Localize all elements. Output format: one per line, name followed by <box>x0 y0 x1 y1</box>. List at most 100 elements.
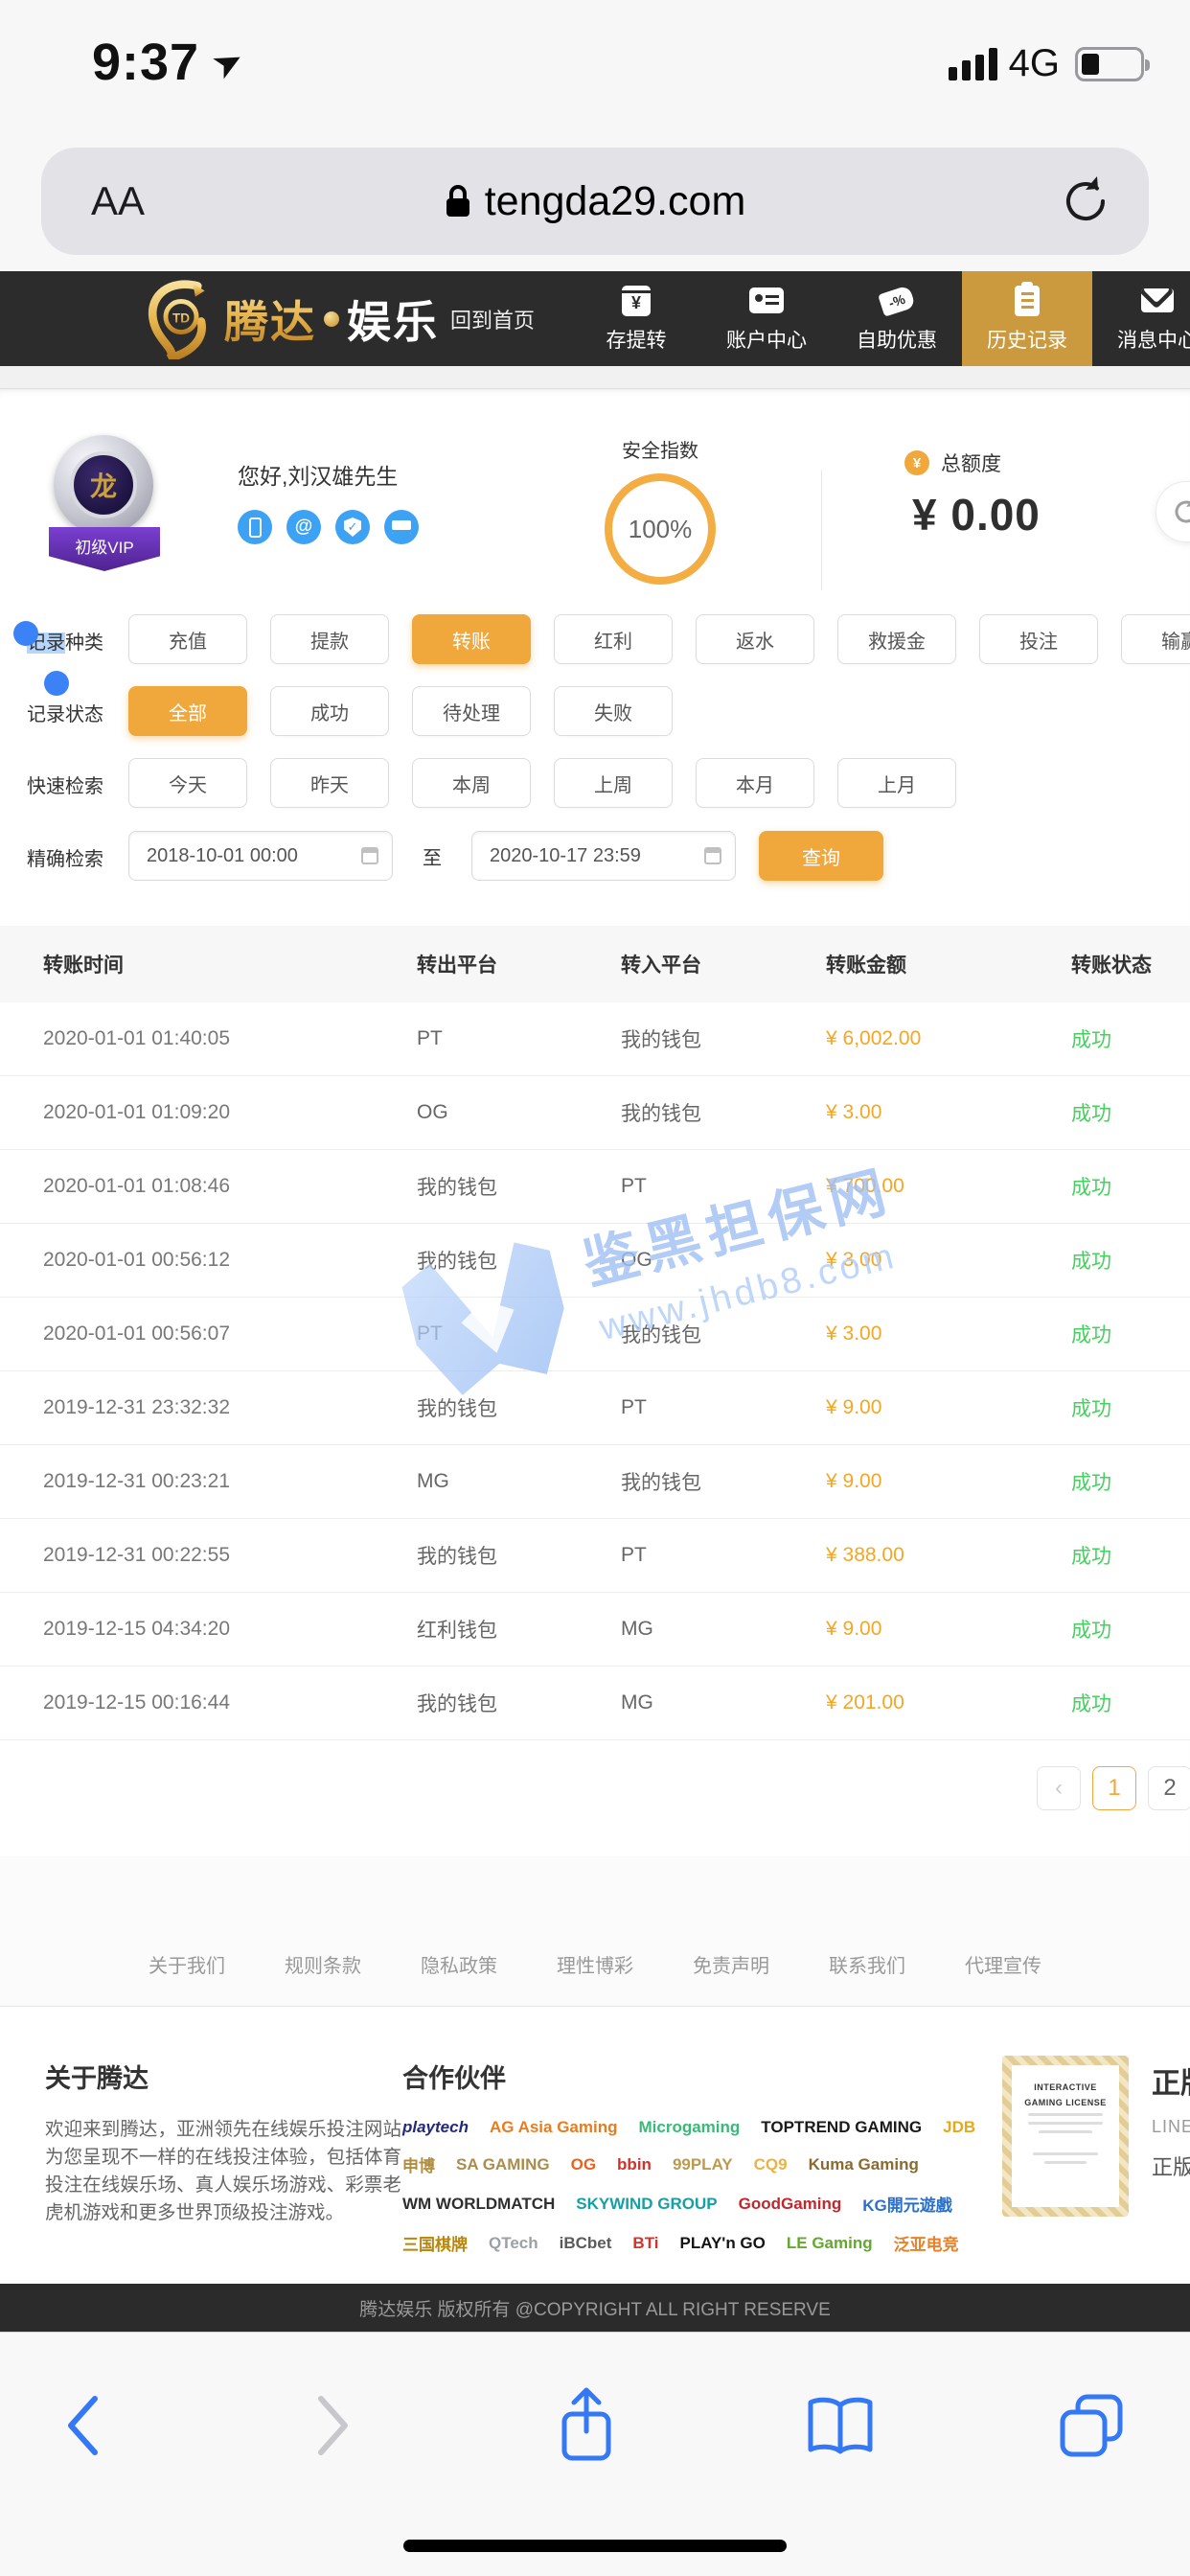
partner-logo: OG <box>571 2155 596 2174</box>
quick-this-month[interactable]: 本月 <box>696 758 814 808</box>
lock-icon <box>445 184 471 218</box>
filter-status-pending[interactable]: 待处理 <box>412 686 531 736</box>
history-clipboard-icon <box>1015 285 1040 317</box>
partner-logo: playtech <box>402 2118 469 2137</box>
total-quota-amount: ¥ 0.00 <box>912 489 1041 540</box>
location-arrow-icon: ➤ <box>204 35 252 88</box>
pagination: ‹ 1 2 <box>1037 1766 1190 1810</box>
shield-check-icon[interactable]: ✓ <box>335 510 370 544</box>
record-status-filter-row: 全部 成功 待处理 失败 <box>128 686 673 736</box>
table-row: 2020-01-01 00:56:12我的钱包OG¥ 3.00成功 <box>0 1224 1190 1298</box>
table-row: 2019-12-15 00:16:44我的钱包MG¥ 201.00成功 <box>0 1667 1190 1740</box>
selection-handle-end[interactable] <box>44 671 69 696</box>
quick-today[interactable]: 今天 <box>128 758 247 808</box>
email-verified-icon[interactable]: @ <box>286 510 321 544</box>
footer-link-contact[interactable]: 联系我们 <box>829 1950 905 1978</box>
query-button[interactable]: 查询 <box>759 831 883 881</box>
nav-item-history-records[interactable]: 历史记录 <box>962 271 1092 366</box>
table-row: 2020-01-01 01:40:05PT我的钱包¥ 6,002.00成功 <box>0 1002 1190 1076</box>
filter-type-transfer[interactable]: 转账 <box>412 614 531 664</box>
back-to-home-link[interactable]: 回到首页 <box>450 271 535 366</box>
partner-logo: 申博 <box>402 2152 435 2176</box>
date-to-input[interactable]: 2020-10-17 23:59 <box>471 831 736 881</box>
safari-address-bar[interactable]: AA tengda29.com <box>41 148 1149 255</box>
about-text: 欢迎来到腾达，亚洲领先在线娱乐投注网站为您呈现不一样的在线投注体验，包括体育投注… <box>45 2116 401 2227</box>
phone-verified-icon[interactable] <box>238 510 272 544</box>
filter-status-success[interactable]: 成功 <box>270 686 389 736</box>
partner-logo: CQ9 <box>754 2155 788 2174</box>
precise-search-row: 2018-10-01 00:00 至 2020-10-17 23:59 查询 <box>128 831 883 881</box>
footer-link-about[interactable]: 关于我们 <box>149 1950 225 1978</box>
partner-logo: iBCbet <box>560 2234 612 2253</box>
selection-handle-start[interactable] <box>13 621 38 646</box>
logo-dot-icon <box>324 311 339 327</box>
promo-tag-icon: -% <box>881 285 913 317</box>
filter-status-all[interactable]: 全部 <box>128 686 247 736</box>
partner-logo: 泛亚电竞 <box>894 2231 959 2255</box>
coin-icon: ¥ <box>904 450 929 475</box>
share-icon[interactable] <box>543 2382 629 2469</box>
nav-item-promotions[interactable]: -% 自助优惠 <box>832 271 962 366</box>
nav-item-deposit-transfer[interactable]: ¥ 存提转 <box>571 271 701 366</box>
pagination-page-2[interactable]: 2 <box>1148 1766 1190 1810</box>
partner-logo: bbin <box>617 2155 652 2174</box>
filter-type-deposit[interactable]: 充值 <box>128 614 247 664</box>
date-from-input[interactable]: 2018-10-01 00:00 <box>128 831 393 881</box>
footer-link-responsible[interactable]: 理性博彩 <box>557 1950 633 1978</box>
home-indicator[interactable] <box>403 2540 787 2552</box>
partner-logo: WM WORLDMATCH <box>402 2195 555 2214</box>
footer-link-disclaimer[interactable]: 免责声明 <box>693 1950 769 1978</box>
nav-item-message-center[interactable]: 消息中心 <box>1092 271 1190 366</box>
table-header-row: 转账时间 转出平台 转入平台 转账金额 转账状态 <box>0 926 1190 1002</box>
tabs-icon[interactable] <box>1048 2382 1134 2469</box>
filter-type-rescue[interactable]: 救援金 <box>837 614 956 664</box>
quick-last-week[interactable]: 上周 <box>554 758 673 808</box>
col-header-amount: 转账金额 <box>826 950 1071 978</box>
footer-link-privacy[interactable]: 隐私政策 <box>421 1950 497 1978</box>
filter-type-rebate[interactable]: 返水 <box>696 614 814 664</box>
partner-logo: SA GAMING <box>456 2155 550 2174</box>
security-index-value: 100% <box>629 515 693 544</box>
reload-button[interactable] <box>1061 172 1110 235</box>
filter-label-record-status: 记录状态 <box>27 699 103 726</box>
nav-menu: ¥ 存提转 账户中心 -% 自助优惠 历史记录 消息中心 <box>571 271 1190 366</box>
filter-status-failed[interactable]: 失败 <box>554 686 673 736</box>
content-card: 龙 初级VIP 您好,刘汉雄先生 @ ✓ 安全指数 100% ¥ 总额度 ¥ 0… <box>0 389 1190 1856</box>
quick-yesterday[interactable]: 昨天 <box>270 758 389 808</box>
dragon-emblem-icon: 龙 <box>70 451 137 518</box>
quick-this-week[interactable]: 本周 <box>412 758 531 808</box>
partner-logo: BTi <box>632 2234 658 2253</box>
certificate-title-line1: INTERACTIVE <box>1034 2082 1097 2092</box>
bank-card-icon[interactable] <box>384 510 419 544</box>
back-button[interactable] <box>39 2382 126 2469</box>
partner-logos: playtech AG Asia Gaming Microgaming TOPT… <box>402 2118 983 2255</box>
status-bar-right: 4G <box>949 42 1144 85</box>
filter-type-bonus[interactable]: 红利 <box>554 614 673 664</box>
table-row: 2019-12-31 23:32:32我的钱包PT¥ 9.00成功 <box>0 1371 1190 1445</box>
date-range-separator: 至 <box>416 842 448 870</box>
footer-link-rules[interactable]: 规则条款 <box>285 1950 361 1978</box>
bookmarks-icon[interactable] <box>797 2382 883 2469</box>
license-subline-2: 正版授 <box>1152 2150 1190 2181</box>
filter-type-betting[interactable]: 投注 <box>979 614 1098 664</box>
forward-button[interactable] <box>290 2382 377 2469</box>
filter-type-winloss[interactable]: 输赢 <box>1121 614 1190 664</box>
nav-item-account-center[interactable]: 账户中心 <box>701 271 832 366</box>
ios-top-chrome: 9:37 ➤ 4G AA tengda29.com <box>0 0 1190 271</box>
calendar-icon <box>361 847 378 864</box>
filter-type-withdraw[interactable]: 提款 <box>270 614 389 664</box>
table-row: 2019-12-15 04:34:20红利钱包MG¥ 9.00成功 <box>0 1593 1190 1667</box>
partners-section: 合作伙伴 playtech AG Asia Gaming Microgaming… <box>402 2058 983 2255</box>
license-text-block: 正版 LINENO 正版授 <box>1152 2059 1190 2181</box>
partner-logo: SKYWIND GROUP <box>576 2195 717 2214</box>
refresh-balance-button[interactable] <box>1156 481 1190 542</box>
footer-link-agent[interactable]: 代理宣传 <box>965 1950 1041 1978</box>
url-display[interactable]: tengda29.com <box>41 178 1149 225</box>
partner-logo: PLAY'n GO <box>680 2234 766 2253</box>
quick-last-month[interactable]: 上月 <box>837 758 956 808</box>
partner-logo: Microgaming <box>639 2118 741 2137</box>
pagination-page-1[interactable]: 1 <box>1092 1766 1136 1810</box>
pagination-prev-button[interactable]: ‹ <box>1037 1766 1081 1810</box>
site-logo[interactable]: TD 腾达 娱乐 <box>146 277 439 361</box>
security-index-ring: 100% <box>605 473 716 585</box>
